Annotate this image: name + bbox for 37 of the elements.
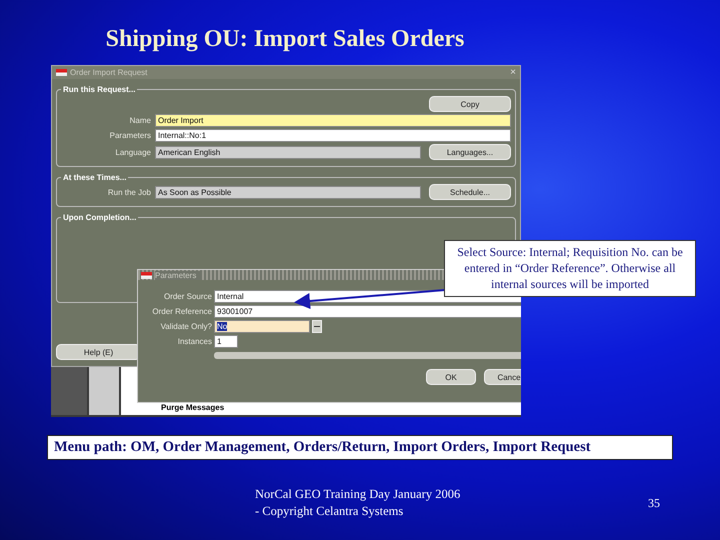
copy-button[interactable]: Copy (429, 96, 511, 112)
schedule-button[interactable]: Schedule... (429, 184, 511, 200)
field-label: Language (114, 148, 151, 156)
field-label: Order Reference (151, 307, 212, 316)
input-field[interactable]: No (214, 320, 310, 333)
field-label: Validate Only? (160, 322, 212, 331)
section-heading: Upon Completion... (62, 213, 138, 222)
input-field[interactable]: Order Import (155, 114, 511, 127)
app-icon (56, 69, 67, 76)
input-field[interactable]: 93001007 (214, 305, 521, 318)
languages-button[interactable]: Languages... (429, 144, 511, 160)
scrollbar[interactable] (214, 352, 521, 359)
field-label: Instances (176, 337, 212, 346)
dialog-button[interactable]: OK (426, 369, 476, 385)
input-field[interactable]: 1 (214, 335, 238, 348)
slide-title: Shipping OU: Import Sales Orders (106, 26, 464, 53)
callout-note: Select Source: Internal; Requisition No. can be entered in “Order Reference”. Otherwise all internal sources will be imported (444, 240, 696, 297)
section-heading: At these Times... (62, 173, 128, 182)
input-field[interactable]: American English (155, 146, 421, 158)
field-label: Order Source (162, 292, 212, 301)
window-title: Order Import Request (70, 68, 148, 77)
dialog-title: Parameters (155, 270, 200, 280)
slide-footer: NorCal GEO Training Day January 2006 - Copyright Celantra Systems (255, 486, 465, 520)
section-heading: Run this Request... (62, 85, 136, 94)
input-field[interactable]: As Soon as Possible (155, 186, 421, 198)
field-label: Name (128, 116, 151, 125)
panel-text: Purge Messages (161, 403, 224, 414)
input-field[interactable]: Internal::No:1 (155, 129, 511, 142)
field-label: Run the Job (106, 188, 151, 196)
dialog-button[interactable]: Cance (484, 369, 521, 385)
list-button[interactable] (312, 320, 322, 333)
panel-background (51, 367, 87, 415)
panel-background (89, 367, 119, 415)
menu-path-note: Menu path: OM, Order Management, Orders/Return, Import Orders, Import Request (47, 435, 673, 460)
app-icon (141, 272, 152, 278)
page-number: 35 (648, 496, 660, 511)
field-label: Parameters (108, 131, 151, 140)
